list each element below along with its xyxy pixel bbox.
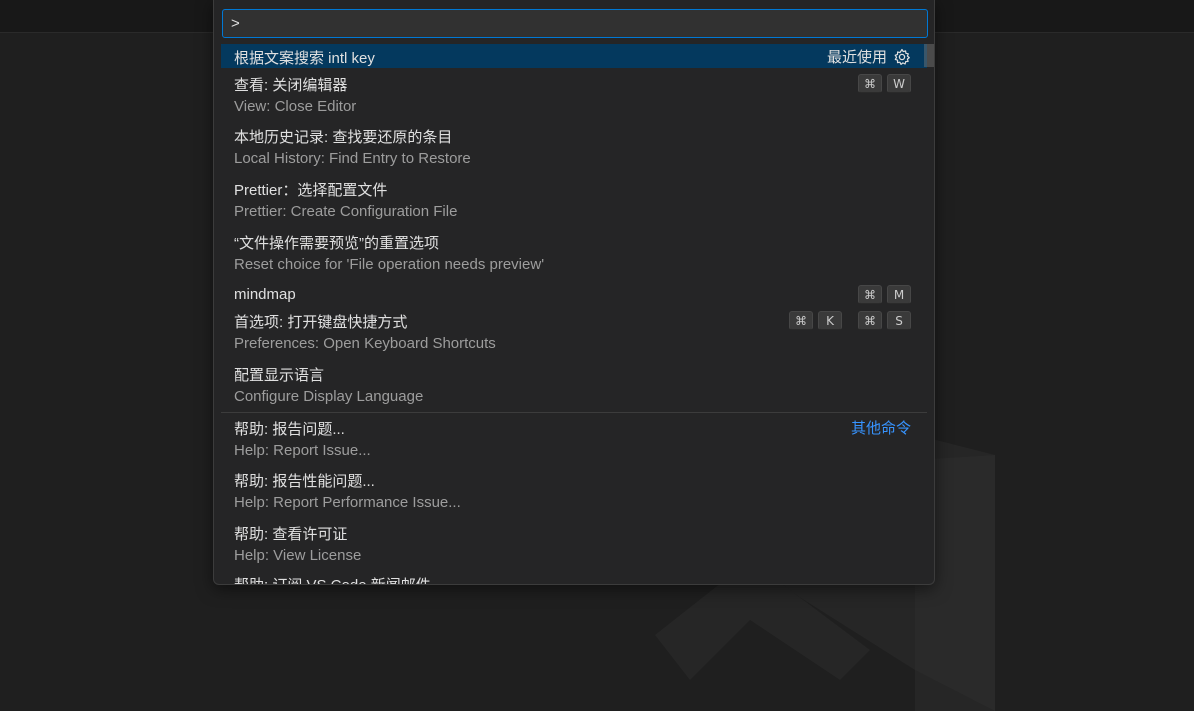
command-palette: 根据文案搜索 intl key 最近使用 查看: 关闭编辑器 View: Clo… [213, 0, 935, 585]
item-title: 帮助: 报告性能问题... [234, 473, 375, 490]
item-subtitle: Help: View License [234, 547, 362, 564]
item-title: 首选项: 打开键盘快捷方式 [234, 314, 408, 331]
list-item[interactable]: 帮助: 订阅 VS Code 新闻邮件 [221, 570, 927, 584]
scrollbar[interactable] [923, 44, 934, 584]
list-item[interactable]: “文件操作需要预览”的重置选项 Reset choice for 'File o… [221, 226, 927, 279]
list-item[interactable]: 本地历史记录: 查找要还原的条目 Local History: Find Ent… [221, 120, 927, 173]
list-item[interactable]: 帮助: 报告问题... Help: Report Issue... 其他命令 [221, 413, 927, 465]
item-title: 本地历史记录: 查找要还原的条目 [234, 129, 453, 146]
gear-icon[interactable] [893, 48, 911, 66]
list-item[interactable]: 首选项: 打开键盘快捷方式 Preferences: Open Keyboard… [221, 305, 927, 358]
keycap: W [887, 74, 911, 93]
item-subtitle: Local History: Find Entry to Restore [234, 150, 471, 167]
list-item[interactable]: Prettier：选择配置文件 Prettier: Create Configu… [221, 173, 927, 226]
item-title: Prettier：选择配置文件 [234, 182, 388, 199]
item-subtitle: Prettier: Create Configuration File [234, 203, 458, 220]
keycap: ⌘ [858, 74, 882, 93]
scrollbar-thumb[interactable] [924, 44, 934, 67]
other-commands-label: 其他命令 [850, 420, 911, 437]
keycap: ⌘ [858, 285, 882, 304]
list-item[interactable]: 配置显示语言 Configure Display Language [221, 358, 927, 411]
keycap: K [818, 311, 842, 330]
item-subtitle: Reset choice for 'File operation needs p… [234, 256, 545, 273]
command-input-box[interactable] [222, 9, 928, 38]
keybinding: ⌘ M [858, 285, 911, 304]
item-subtitle: Help: Report Performance Issue... [234, 494, 461, 511]
item-subtitle: View: Close Editor [234, 98, 357, 115]
item-title: 配置显示语言 [234, 367, 325, 384]
command-list: 根据文案搜索 intl key 最近使用 查看: 关闭编辑器 View: Clo… [221, 44, 927, 584]
list-item[interactable]: 帮助: 报告性能问题... Help: Report Performance I… [221, 465, 927, 518]
keycap: ⌘ [858, 311, 882, 330]
list-item[interactable]: 帮助: 查看许可证 Help: View License [221, 518, 927, 570]
keybinding: ⌘ K ⌘ S [789, 311, 911, 330]
item-title: 查看: 关闭编辑器 [234, 77, 348, 94]
item-title: mindmap [234, 286, 296, 303]
list-item[interactable]: mindmap ⌘ M [221, 279, 927, 305]
list-item[interactable]: 根据文案搜索 intl key 最近使用 [221, 44, 927, 68]
item-title: 帮助: 查看许可证 [234, 526, 348, 543]
command-input[interactable] [231, 10, 927, 37]
item-title: 帮助: 报告问题... [234, 421, 345, 438]
item-subtitle: Configure Display Language [234, 388, 424, 405]
item-title: 帮助: 订阅 VS Code 新闻邮件 [234, 574, 431, 584]
keybinding: ⌘ W [858, 74, 911, 93]
item-title: 根据文案搜索 intl key [234, 50, 375, 67]
keycap: ⌘ [789, 311, 813, 330]
keycap: S [887, 311, 911, 330]
recently-used-label: 最近使用 [826, 49, 887, 66]
keycap: M [887, 285, 911, 304]
item-subtitle: Help: Report Issue... [234, 442, 371, 459]
item-title: “文件操作需要预览”的重置选项 [234, 235, 439, 252]
item-subtitle: Preferences: Open Keyboard Shortcuts [234, 335, 496, 352]
list-item[interactable]: 查看: 关闭编辑器 View: Close Editor ⌘ W [221, 68, 927, 120]
